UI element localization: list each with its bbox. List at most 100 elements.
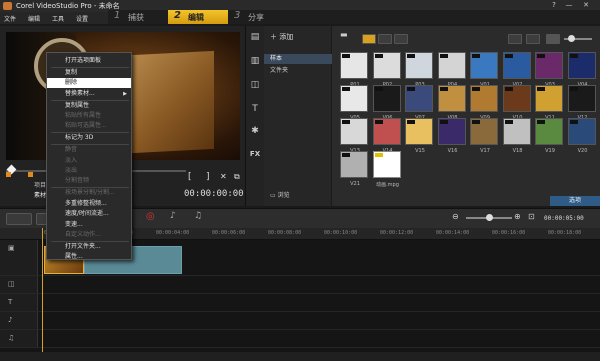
media-thumbnail[interactable]: V12: [567, 85, 596, 121]
timeline-zoom[interactable]: ⊖ ⊕ ⊡: [452, 212, 542, 223]
storyboard-view-icon[interactable]: [6, 213, 32, 225]
media-thumbnail[interactable]: P04: [437, 52, 466, 88]
tab-capture[interactable]: 1 捕获: [108, 10, 168, 24]
media-thumbnail[interactable]: V11: [535, 85, 563, 121]
context-menu-item[interactable]: 属性...: [47, 252, 131, 262]
project-mode-label[interactable]: 项目: [34, 180, 46, 189]
library-toolbar: ▬: [332, 26, 600, 48]
thumbnail-view-button[interactable]: [526, 34, 540, 44]
media-thumbnail[interactable]: V08: [437, 85, 466, 121]
menu-settings[interactable]: 设置: [76, 14, 88, 23]
media-thumbnail[interactable]: V15: [405, 118, 433, 154]
media-thumbnail[interactable]: V06: [372, 85, 401, 121]
trim-in-marker[interactable]: [6, 172, 11, 177]
show-audio-toggle[interactable]: [394, 34, 408, 44]
voice-track[interactable]: ♪: [0, 312, 600, 330]
context-menu-item[interactable]: 删除: [47, 78, 131, 89]
title-track-header: T: [0, 294, 38, 311]
media-thumbnail[interactable]: V19: [535, 118, 563, 154]
close-button[interactable]: ✕: [580, 1, 592, 10]
media-thumbnail[interactable]: V14: [372, 118, 401, 154]
folder-item-sample[interactable]: 样本: [264, 54, 332, 64]
thumbnail-caption: V17: [480, 148, 490, 154]
record-icon[interactable]: ◎: [146, 211, 162, 223]
playhead[interactable]: [42, 228, 43, 356]
context-menu-item[interactable]: 变速...: [47, 220, 131, 230]
tab-share[interactable]: 3 分享: [228, 10, 288, 24]
title-track[interactable]: T: [0, 294, 600, 312]
media-thumbnail[interactable]: V07: [405, 85, 433, 121]
media-thumbnail[interactable]: V03: [535, 52, 563, 88]
mark-in-button[interactable]: [: [188, 172, 192, 182]
transition-icon[interactable]: ◫: [249, 80, 261, 92]
add-folder-button[interactable]: ＋ 添加: [270, 32, 293, 42]
context-menu-item[interactable]: 复制属性: [47, 101, 131, 111]
list-view-button[interactable]: [508, 34, 522, 44]
media-thumbnail[interactable]: V18: [502, 118, 531, 154]
media-thumbnail[interactable]: P02: [372, 52, 401, 88]
media-icon[interactable]: ▤: [249, 32, 261, 44]
context-menu-item: 自定义动作...: [47, 230, 131, 240]
media-thumbnail[interactable]: V02: [502, 52, 531, 88]
cut-icon[interactable]: ✕: [220, 172, 227, 181]
menu-edit[interactable]: 编辑: [28, 14, 40, 23]
media-thumbnail[interactable]: P03: [405, 52, 433, 88]
audio-mixer-icon[interactable]: ♪: [170, 211, 186, 223]
title-icon[interactable]: T: [249, 104, 261, 116]
media-thumbnail[interactable]: V09: [470, 85, 498, 121]
media-thumbnail[interactable]: V17: [470, 118, 498, 154]
preview-timecode[interactable]: 00:00:00:00: [184, 189, 244, 199]
zoom-in-icon[interactable]: ⊕: [514, 212, 521, 221]
overlay-track[interactable]: ◫: [0, 276, 600, 294]
enlarge-icon[interactable]: ⧉: [234, 172, 240, 182]
media-thumbnail[interactable]: V01: [470, 52, 498, 88]
fit-project-icon[interactable]: ⊡: [528, 212, 535, 221]
show-video-toggle[interactable]: [362, 34, 376, 44]
help-button[interactable]: ?: [548, 1, 560, 10]
media-thumbnail[interactable]: P01: [340, 52, 368, 88]
media-thumbnail[interactable]: V21: [340, 151, 368, 187]
media-thumbnail[interactable]: V04: [567, 52, 596, 88]
context-menu-item[interactable]: 打开选项面板: [47, 56, 131, 66]
thumbnail-caption: V15: [415, 148, 425, 154]
context-menu-item-label: 标记为 3D: [65, 134, 94, 142]
trim-out-marker[interactable]: [28, 172, 33, 177]
media-thumbnail[interactable]: 动画.mpg: [372, 151, 401, 188]
mark-out-button[interactable]: ]: [206, 172, 210, 182]
context-menu-item[interactable]: 打开文件夹...: [47, 242, 131, 252]
clip-mode-label[interactable]: 素材: [34, 190, 46, 199]
clip-type-badge: [342, 120, 350, 124]
media-thumbnail[interactable]: V13: [340, 118, 368, 154]
clip-type-badge: [374, 54, 383, 58]
graphic-icon[interactable]: ✱: [249, 126, 261, 138]
show-photo-toggle[interactable]: [378, 34, 392, 44]
filter-icon[interactable]: FX: [249, 150, 261, 162]
context-menu-item[interactable]: 复制: [47, 68, 131, 78]
thumb-size-handle[interactable]: [568, 35, 575, 42]
media-thumbnail[interactable]: V10: [502, 85, 531, 121]
media-thumbnail[interactable]: V20: [567, 118, 596, 154]
context-menu-item[interactable]: 标记为 3D: [47, 133, 131, 143]
clip-type-badge: [407, 87, 415, 91]
menu-file[interactable]: 文件: [4, 14, 16, 23]
context-menu-item[interactable]: 速度/时间流逝...: [47, 209, 131, 219]
context-menu-item[interactable]: 替换素材... ▶: [47, 89, 131, 99]
sort-icon[interactable]: [546, 34, 560, 44]
minimize-button[interactable]: —: [563, 1, 575, 10]
music-track[interactable]: ♫: [0, 330, 600, 348]
clip-type-badge: [569, 87, 578, 91]
timeline-timecode[interactable]: 00:00:05:00: [544, 215, 584, 222]
media-thumbnail[interactable]: V05: [340, 85, 368, 121]
media-thumbnail[interactable]: V16: [437, 118, 466, 154]
instant-project-icon[interactable]: ▥: [249, 56, 261, 68]
tab-edit[interactable]: 2 编辑: [168, 10, 228, 24]
folder-icon[interactable]: ▬: [340, 30, 354, 40]
zoom-handle[interactable]: [486, 214, 493, 221]
auto-music-icon[interactable]: ♫: [194, 211, 210, 223]
options-button[interactable]: 选项: [550, 196, 600, 206]
browse-button[interactable]: ▭ 浏览: [270, 190, 328, 202]
zoom-out-icon[interactable]: ⊖: [452, 212, 459, 221]
folder-item-folder[interactable]: 文件夹: [264, 66, 332, 76]
menu-tools[interactable]: 工具: [52, 14, 64, 23]
context-menu-item[interactable]: 多重修整视频...: [47, 199, 131, 209]
